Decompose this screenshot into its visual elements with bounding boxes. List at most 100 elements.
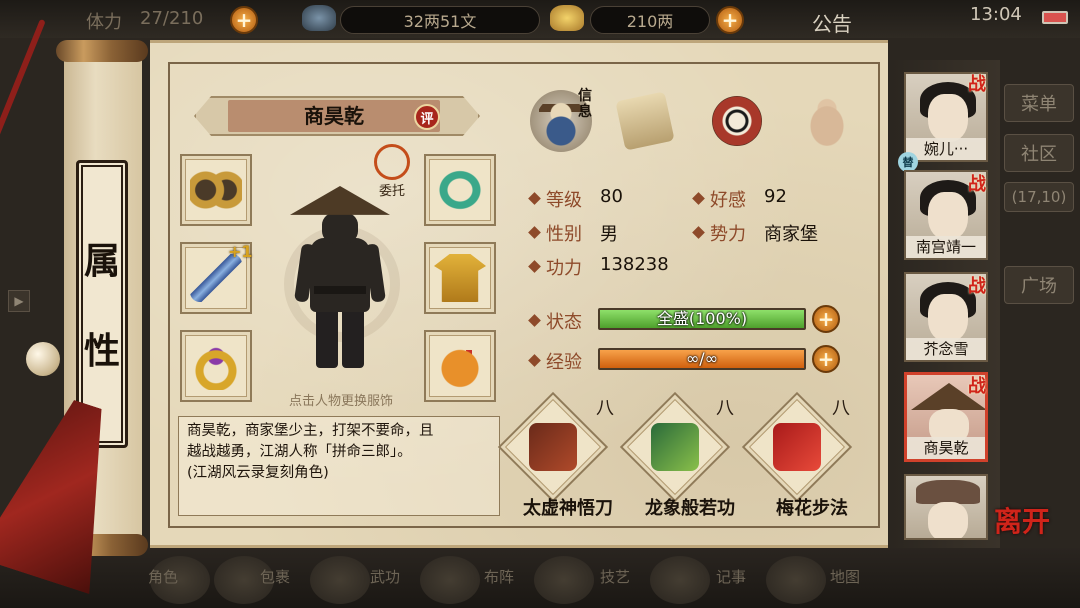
bottom-martial-icon[interactable] <box>310 556 370 604</box>
figure-leg-right <box>342 306 364 368</box>
party-member-1-battle-mark: 战 <box>968 74 986 95</box>
skill-2-name: 龙象般若功 <box>645 498 735 519</box>
equip-slot-armor[interactable] <box>424 242 496 314</box>
copper-coin-icon <box>302 5 336 31</box>
stamina-value: 27/210 <box>140 8 204 29</box>
figure-leg-left <box>316 306 338 368</box>
clock: 13:04 <box>970 4 1022 25</box>
power-value: 138238 <box>600 254 669 275</box>
commission-icon[interactable] <box>374 144 410 180</box>
attributes-title-char-2: 性 <box>83 330 120 372</box>
bottom-formation-label: 布阵 <box>484 568 515 586</box>
expand-arrow-icon[interactable]: ▶ <box>8 290 30 312</box>
battery-icon <box>1042 11 1068 24</box>
gender-label: 性别 <box>546 224 582 245</box>
restore-status-button[interactable]: + <box>812 305 840 333</box>
bottom-map-icon[interactable] <box>766 556 826 604</box>
equip-slot-ring[interactable] <box>180 330 252 402</box>
pouch-icon <box>434 342 486 390</box>
party-member-4-battle-mark: 战 <box>968 376 986 397</box>
tab-intel[interactable] <box>614 90 676 152</box>
figure-head <box>322 212 358 244</box>
menu-button[interactable]: 菜单 <box>1004 84 1074 122</box>
meridian-body-icon <box>802 96 852 146</box>
commission-label: 委托 <box>378 184 405 199</box>
status-bar: 全盛(100%) <box>598 308 806 330</box>
skill-2-rank: 八 <box>716 398 734 419</box>
jade-bead <box>26 342 60 376</box>
scroll-map-icon <box>615 91 675 151</box>
change-outfit-hint: 点击人物更换服饰 <box>288 394 393 409</box>
equip-slot-pendant[interactable] <box>424 330 496 402</box>
substitute-tag: 替 <box>898 152 918 172</box>
character-bio: 商昊乾，商家堡少主，打架不要命，且 越战越勇，江湖人称「拼命三郎」。 (江湖风云… <box>178 416 500 516</box>
golden-robe-icon <box>434 254 486 302</box>
party-member-2-battle-mark: 战 <box>968 174 986 195</box>
bottom-skill-icon[interactable] <box>534 556 594 604</box>
character-name: 商昊乾 <box>304 104 364 128</box>
party-member-5[interactable] <box>904 474 988 540</box>
add-exp-button[interactable]: + <box>812 345 840 373</box>
status-label: 状态 <box>546 312 582 333</box>
tab-meridian[interactable] <box>796 90 858 152</box>
party-member-4-name: 商昊乾 <box>907 437 985 459</box>
weapon-bonus: +1 <box>228 242 253 261</box>
bottom-skill-label: 技艺 <box>600 568 631 586</box>
leave-button[interactable]: 离开 <box>994 508 1056 570</box>
saber-manual-icon <box>529 423 577 471</box>
bottom-martial-label: 武功 <box>370 568 401 586</box>
bio-line-3: (江湖风云录复刻角色) <box>187 465 329 481</box>
attributes-title-char-1: 属 <box>83 240 120 282</box>
ring-icon <box>190 342 242 390</box>
equip-slot-accessory[interactable] <box>180 154 252 226</box>
community-button[interactable]: 社区 <box>1004 134 1074 172</box>
exp-label: 经验 <box>546 352 582 373</box>
equip-slot-belt[interactable] <box>424 154 496 226</box>
portrait-face <box>928 94 968 142</box>
binoculars-icon <box>190 166 242 214</box>
power-label: 功力 <box>546 258 582 279</box>
portrait-face <box>928 192 968 240</box>
tab-bagua[interactable] <box>706 90 768 152</box>
skill-1-rank: 八 <box>596 398 614 419</box>
bio-line-1: 商昊乾，商家堡少主，打架不要命，且 <box>187 423 434 439</box>
bottom-journal-icon[interactable] <box>650 556 710 604</box>
add-silver-button[interactable]: + <box>716 6 744 34</box>
faction-value: 商家堡 <box>764 224 818 245</box>
exp-bar: ∞/∞ <box>598 348 806 370</box>
character-figure[interactable] <box>310 238 370 312</box>
bottom-formation-icon[interactable] <box>420 556 480 604</box>
tassel-cord <box>0 18 46 457</box>
stamina-label: 体力 <box>86 12 122 33</box>
status-bar-text: 全盛(100%) <box>656 309 748 328</box>
scroll-rod-top <box>56 40 148 62</box>
square-button[interactable]: 广场 <box>1004 266 1074 304</box>
figure-belt <box>314 286 366 294</box>
bio-line-2: 越战越勇，江湖人称「拼命三郎」。 <box>187 444 412 460</box>
level-label: 等级 <box>546 190 582 211</box>
green-robe-manual-icon <box>651 423 699 471</box>
party-member-1-name: 婉儿··· <box>906 138 986 160</box>
bottom-map-label: 地图 <box>830 568 861 586</box>
bottom-role-label: 角色 <box>148 568 179 586</box>
add-stamina-button[interactable]: + <box>230 6 258 34</box>
gender-value: 男 <box>600 224 618 245</box>
bottom-journal-label: 记事 <box>716 568 747 586</box>
favor-value: 92 <box>764 186 787 207</box>
party-member-3-name: 芥念雪 <box>906 338 986 360</box>
map-coordinate: (17,10) <box>1004 182 1074 212</box>
portrait-face <box>928 502 968 538</box>
party-member-2-name: 南宫靖一 <box>906 236 986 258</box>
level-value: 80 <box>600 186 623 207</box>
favor-label: 好感 <box>710 190 746 211</box>
exp-bar-text: ∞/∞ <box>685 349 719 368</box>
faction-label: 势力 <box>710 224 746 245</box>
portrait-hat <box>916 480 980 504</box>
notice-button[interactable]: 公告 <box>812 8 852 37</box>
skill-1-name: 太虚神悟刀 <box>523 498 613 519</box>
jade-belt-icon <box>434 166 486 214</box>
rating-button[interactable]: 评 <box>414 104 440 130</box>
red-book-icon <box>773 423 821 471</box>
bottom-bag-label: 包裹 <box>260 568 291 586</box>
tab-info-label: 信息 <box>578 88 592 120</box>
